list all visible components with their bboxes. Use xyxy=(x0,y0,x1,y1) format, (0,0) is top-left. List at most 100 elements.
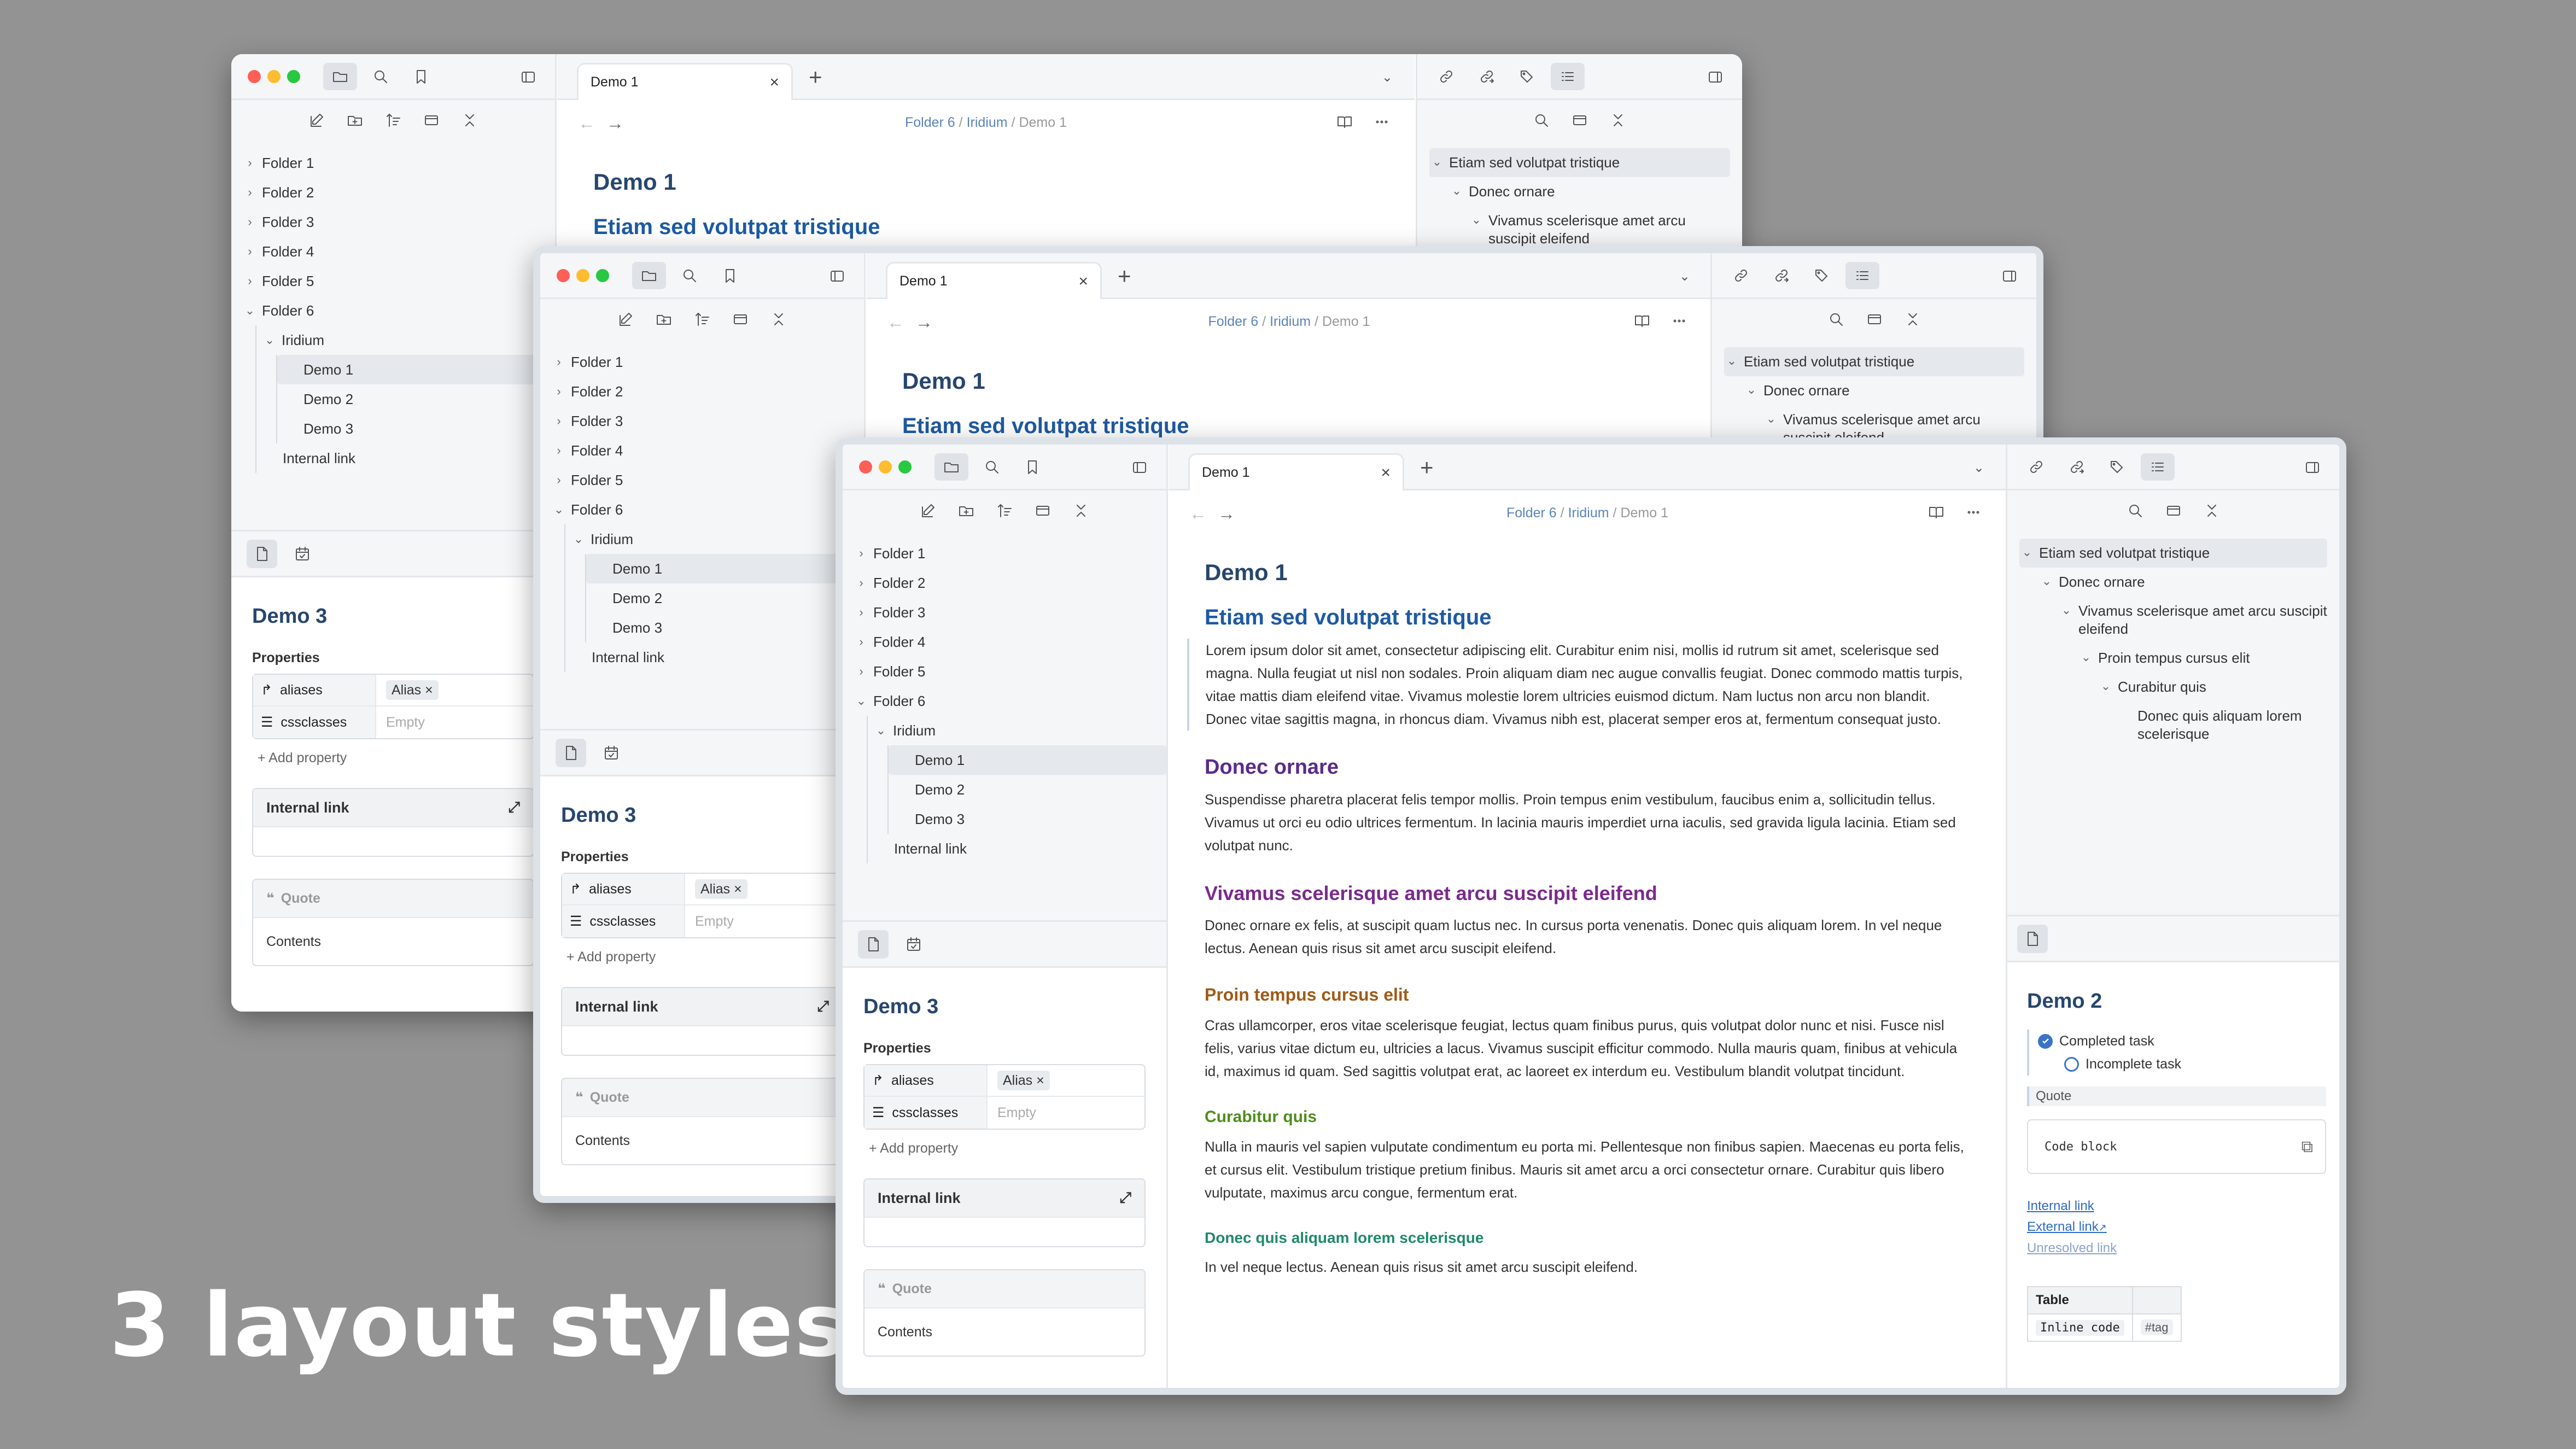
new-note-icon[interactable] xyxy=(914,497,942,524)
tab-demo-1[interactable]: Demo 1 × xyxy=(577,63,793,100)
close-tab-icon[interactable]: × xyxy=(1381,464,1391,482)
collapse-icon[interactable] xyxy=(418,107,445,134)
tab-list-chevron-icon[interactable]: ⌄ xyxy=(1973,460,1984,476)
expand-icon[interactable] xyxy=(2198,497,2225,524)
search-icon[interactable] xyxy=(1528,107,1555,134)
add-property-button[interactable]: + Add property xyxy=(566,949,864,965)
checkbox-empty-icon[interactable] xyxy=(2064,1056,2079,1072)
outline-item[interactable]: Donec quis aliquam lorem scelerisque xyxy=(2019,702,2327,749)
external-link[interactable]: External link↗ xyxy=(2027,1217,2339,1238)
outline-item[interactable]: ⌄Curabitur quis xyxy=(2019,673,2327,702)
backlinks-icon[interactable] xyxy=(1429,63,1463,90)
sort-icon[interactable] xyxy=(688,306,716,333)
new-note-icon[interactable] xyxy=(303,107,330,134)
add-property-button[interactable]: + Add property xyxy=(869,1141,1166,1156)
task-completed[interactable]: Completed task xyxy=(2038,1030,2339,1053)
tag[interactable]: #tag xyxy=(2140,1319,2173,1335)
tags-icon[interactable] xyxy=(1510,63,1544,90)
more-options-icon[interactable] xyxy=(1962,501,1984,523)
tree-folder-6[interactable]: ⌄ Folder 6 xyxy=(551,495,864,524)
alias-chip[interactable]: Alias × xyxy=(997,1070,1050,1090)
tree-note-demo-2[interactable]: Demo 2 xyxy=(889,775,1166,804)
file-icon[interactable] xyxy=(556,738,586,767)
right-sidebar-toggle-icon[interactable] xyxy=(1698,63,1732,91)
sidebar-toggle-icon[interactable] xyxy=(511,63,545,91)
folder-icon[interactable] xyxy=(632,261,666,289)
reading-view-icon[interactable] xyxy=(1925,501,1947,523)
maximize-window-button[interactable] xyxy=(287,69,300,83)
property-aliases[interactable]: ↱ aliases Alias × xyxy=(253,675,533,706)
backlinks-icon[interactable] xyxy=(1724,262,1758,289)
expand-arrows-icon[interactable]: ⤢ xyxy=(817,998,829,1015)
tree-folder-2[interactable]: › Folder 2 xyxy=(854,568,1166,598)
outgoing-links-icon[interactable] xyxy=(2060,453,2094,481)
expand-icon[interactable] xyxy=(765,306,792,333)
tab-demo-1[interactable]: Demo 1 × xyxy=(886,262,1102,299)
cssclasses-value[interactable]: Empty xyxy=(988,1105,1036,1121)
search-icon[interactable] xyxy=(1823,306,1850,333)
expand-arrows-icon[interactable]: ⤢ xyxy=(508,799,520,816)
expand-arrows-icon[interactable]: ⤢ xyxy=(1119,1189,1131,1207)
tree-note-demo-3[interactable]: Demo 3 xyxy=(277,414,555,443)
tree-folder-5[interactable]: › Folder 5 xyxy=(854,657,1166,686)
tree-folder-2[interactable]: › Folder 2 xyxy=(242,178,555,207)
outgoing-links-icon[interactable] xyxy=(1470,63,1504,90)
backlinks-icon[interactable] xyxy=(2019,453,2053,481)
tree-folder-1[interactable]: › Folder 1 xyxy=(242,148,555,178)
tree-folder-4[interactable]: › Folder 4 xyxy=(242,237,555,266)
maximize-window-button[interactable] xyxy=(596,268,609,282)
close-tab-icon[interactable]: × xyxy=(1078,272,1088,291)
search-icon[interactable] xyxy=(364,63,398,90)
calendar-icon[interactable] xyxy=(898,930,929,959)
add-property-button[interactable]: + Add property xyxy=(258,750,555,766)
collapse-icon[interactable] xyxy=(2160,497,2187,524)
new-tab-button[interactable]: + xyxy=(1118,263,1131,289)
tab-demo-1[interactable]: Demo 1 × xyxy=(1188,453,1404,490)
search-icon[interactable] xyxy=(2122,497,2149,524)
new-tab-button[interactable]: + xyxy=(1420,454,1434,481)
expand-icon[interactable] xyxy=(1899,306,1926,333)
tree-folder-2[interactable]: › Folder 2 xyxy=(551,377,864,406)
outgoing-links-icon[interactable] xyxy=(1765,262,1798,289)
sort-icon[interactable] xyxy=(991,497,1018,524)
internal-link[interactable]: Internal link xyxy=(2027,1196,2339,1217)
new-note-icon[interactable] xyxy=(612,306,639,333)
new-folder-icon[interactable] xyxy=(953,497,980,524)
tree-note-internal-link[interactable]: Internal link xyxy=(256,443,555,473)
remove-chip-icon[interactable]: × xyxy=(1036,1073,1044,1088)
collapse-icon[interactable] xyxy=(1861,306,1888,333)
property-cssclasses[interactable]: ☰ cssclasses Empty xyxy=(253,706,533,738)
collapse-icon[interactable] xyxy=(1566,107,1593,134)
outline-item[interactable]: ⌄ Etiam sed volutpat tristique xyxy=(1724,347,2024,376)
search-icon[interactable] xyxy=(673,262,706,289)
tree-folder-1[interactable]: › Folder 1 xyxy=(551,347,864,377)
property-cssclasses[interactable]: ☰ cssclasses Empty xyxy=(864,1097,1144,1129)
collapse-icon[interactable] xyxy=(1029,497,1056,524)
tree-note-demo-2[interactable]: Demo 2 xyxy=(277,384,555,414)
file-icon[interactable] xyxy=(858,930,889,959)
cssclasses-value[interactable]: Empty xyxy=(685,914,734,930)
tree-folder-3[interactable]: › Folder 3 xyxy=(242,207,555,237)
sidebar-toggle-icon[interactable] xyxy=(820,262,854,290)
outline-item[interactable]: ⌄ Etiam sed volutpat tristique xyxy=(2019,539,2327,568)
tree-note-demo-1[interactable]: Demo 1 xyxy=(586,554,864,583)
expand-icon[interactable] xyxy=(456,107,483,134)
alias-chip[interactable]: Alias × xyxy=(386,680,439,700)
file-icon[interactable] xyxy=(247,539,277,568)
unresolved-link[interactable]: Unresolved link xyxy=(2027,1238,2339,1259)
tree-note-demo-1[interactable]: Demo 1 xyxy=(277,355,555,384)
reading-view-icon[interactable] xyxy=(1631,310,1653,332)
tree-folder-5[interactable]: › Folder 5 xyxy=(242,266,555,296)
outline-item[interactable]: ⌄ Donec ornare xyxy=(1724,376,2024,405)
close-window-button[interactable] xyxy=(859,460,872,474)
tree-folder-4[interactable]: › Folder 4 xyxy=(551,436,864,465)
tree-folder-4[interactable]: › Folder 4 xyxy=(854,627,1166,657)
new-folder-icon[interactable] xyxy=(341,107,369,134)
tags-icon[interactable] xyxy=(2100,453,2134,481)
search-icon[interactable] xyxy=(975,453,1009,481)
calendar-icon[interactable] xyxy=(287,540,318,568)
expand-icon[interactable] xyxy=(1604,107,1632,134)
tree-note-internal-link[interactable]: Internal link xyxy=(868,834,1166,863)
tree-folder-5[interactable]: › Folder 5 xyxy=(551,465,864,495)
tree-folder-6[interactable]: ⌄ Folder 6 xyxy=(854,686,1166,716)
